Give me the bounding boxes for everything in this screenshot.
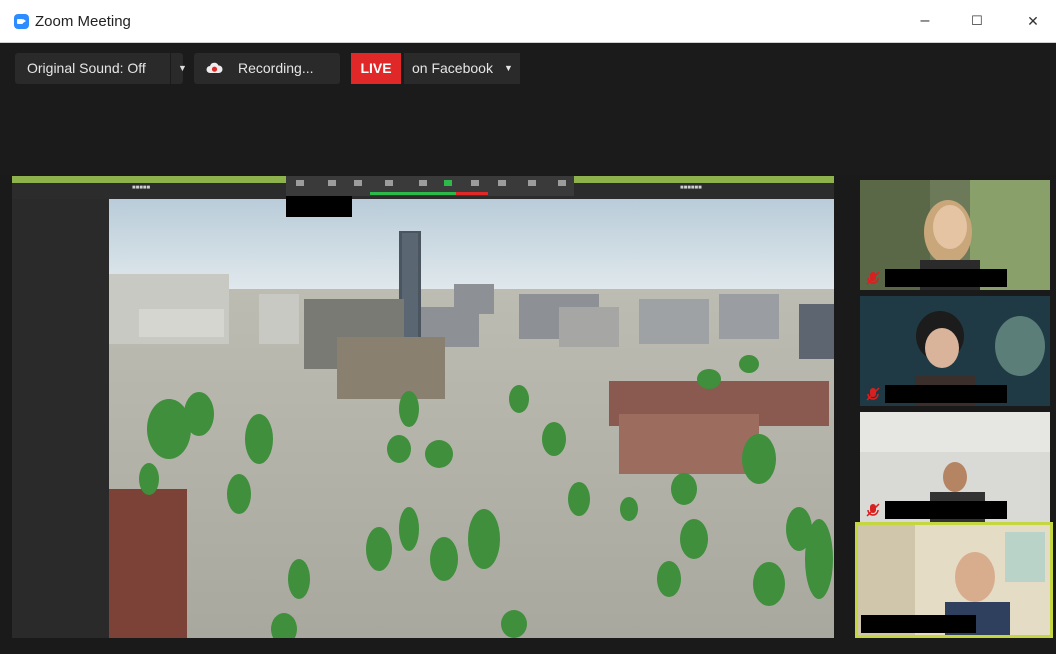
stop-share-indicator[interactable] (456, 192, 488, 195)
original-sound-label: Original Sound: Off (27, 60, 146, 76)
participant-name-redacted (885, 385, 1007, 403)
share-tool-icon[interactable] (528, 180, 536, 186)
zoom-logo-icon (14, 14, 29, 29)
divider (170, 53, 171, 84)
participant-video-tile[interactable] (860, 180, 1050, 290)
close-button[interactable]: ✕ (1013, 8, 1053, 34)
shared-screen[interactable]: ■■■■■ ■■■■■■ (12, 176, 834, 638)
share-tool-icon[interactable] (354, 180, 362, 186)
active-speaker-tile[interactable] (855, 522, 1053, 638)
recording-indicator[interactable]: Recording... (194, 53, 340, 84)
share-tool-icon[interactable] (498, 180, 506, 186)
sharing-indicator (370, 192, 456, 195)
redacted-region (286, 196, 352, 217)
title-bar: Zoom Meeting – ☐ ✕ (0, 0, 1056, 43)
mic-muted-icon[interactable] (865, 502, 881, 518)
live-badge[interactable]: LIVE (351, 53, 401, 84)
chevron-down-icon: ▼ (504, 63, 513, 73)
live-target-label: on Facebook (412, 60, 493, 76)
share-tool-icon[interactable] (328, 180, 336, 186)
shared-app-tab-left: ■■■■■ (132, 185, 151, 191)
participant-name-redacted (885, 501, 1007, 519)
live-target-dropdown[interactable]: on Facebook ▼ (404, 53, 520, 84)
participant-video-tile[interactable] (860, 412, 1050, 522)
share-tool-icon[interactable] (419, 180, 427, 186)
zoom-share-toolbar[interactable] (286, 176, 574, 196)
participant-name-redacted (861, 615, 976, 633)
shared-app-sidebar (12, 199, 109, 638)
meeting-top-toolbar: Original Sound: Off ▼ Recording... (0, 43, 1056, 175)
recording-label: Recording... (238, 60, 314, 76)
cloud-record-icon (206, 62, 223, 73)
share-tool-icon[interactable] (385, 180, 393, 186)
maximize-button[interactable]: ☐ (957, 8, 997, 34)
share-tool-icon[interactable] (471, 180, 479, 186)
minimize-button[interactable]: – (905, 8, 945, 34)
participant-video-tile[interactable] (860, 296, 1050, 406)
city-3d-view (109, 199, 834, 638)
shared-app-tab-right: ■■■■■■ (680, 185, 702, 191)
share-tool-icon[interactable] (444, 180, 452, 186)
participant-name-redacted (885, 269, 1007, 287)
share-tool-icon[interactable] (296, 180, 304, 186)
mic-muted-icon[interactable] (865, 386, 881, 402)
window-title: Zoom Meeting (35, 13, 131, 30)
chevron-down-icon[interactable]: ▼ (178, 53, 187, 84)
share-tool-icon[interactable] (558, 180, 566, 186)
mic-muted-icon[interactable] (865, 270, 881, 286)
original-sound-button[interactable]: Original Sound: Off ▼ (15, 53, 187, 84)
